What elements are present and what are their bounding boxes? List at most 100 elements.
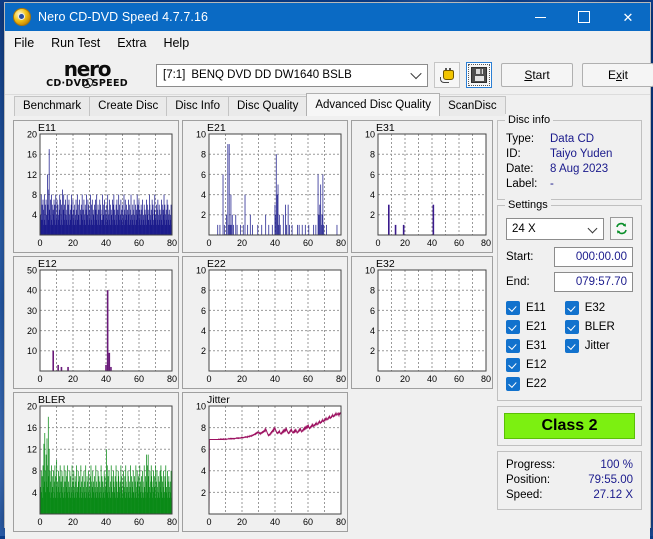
chart-row-3: BLER 4 8 12 16 20 0 20 40 60 80 Jitter 2 4 6 8 10 0 20 4… <box>13 392 491 532</box>
menu-bar: File Run Test Extra Help <box>5 31 650 56</box>
svg-text:10: 10 <box>196 129 206 139</box>
svg-text:40: 40 <box>270 238 280 248</box>
chart-panel-e12: E12 10 20 30 40 50 0 20 40 60 80 <box>13 256 179 389</box>
minimize-icon <box>534 16 546 18</box>
svg-text:8: 8 <box>32 190 37 200</box>
start-position-row: Start: 000:00.00 <box>506 247 633 267</box>
chart-plot-e22: 2 4 6 8 10 0 20 40 60 80 <box>183 257 347 388</box>
disc-info-row-type: Type: Data CD <box>506 132 633 147</box>
start-position-field[interactable]: 000:00.00 <box>554 247 633 267</box>
tab-scandisc[interactable]: ScanDisc <box>439 96 506 116</box>
svg-text:0: 0 <box>206 517 211 527</box>
logo-subtitle: CD·DVD⃠SPEED <box>22 78 152 89</box>
status-label-progress: Progress: <box>506 459 556 471</box>
svg-text:4: 4 <box>370 190 375 200</box>
svg-text:80: 80 <box>336 374 346 384</box>
checkbox-e12[interactable]: E12 <box>506 355 565 374</box>
tab-benchmark[interactable]: Benchmark <box>14 96 91 116</box>
disc-info-row-date: Date: 8 Aug 2023 <box>506 162 633 177</box>
tab-disc-info[interactable]: Disc Info <box>166 96 229 116</box>
svg-text:16: 16 <box>27 150 37 160</box>
tab-create-disc[interactable]: Create Disc <box>89 96 168 116</box>
svg-text:60: 60 <box>454 238 464 248</box>
window-title: Nero CD-DVD Speed 4.7.7.16 <box>38 10 209 24</box>
checkbox-e22[interactable]: E22 <box>506 374 565 393</box>
chart-panel-jitter: Jitter 2 4 6 8 10 0 20 40 60 80 <box>182 392 348 532</box>
status-label-speed: Speed: <box>506 489 543 501</box>
status-row-speed: Speed: 27.12 X <box>506 488 633 503</box>
checkbox-column-left: E11 E21 E31 E12 E22 <box>506 298 565 393</box>
menu-item-help[interactable]: Help <box>163 34 199 53</box>
chart-row-2: E12 10 20 30 40 50 0 20 40 60 80 E22 2 4 6 8 10 0 20 40 6… <box>13 256 493 389</box>
svg-text:0: 0 <box>37 238 42 248</box>
svg-text:10: 10 <box>196 265 206 275</box>
checkbox-label-e32: E32 <box>584 301 606 314</box>
chart-title-e11: E11 <box>38 122 56 134</box>
menu-item-extra[interactable]: Extra <box>117 34 156 53</box>
svg-text:0: 0 <box>375 238 380 248</box>
exit-button[interactable]: Ex it <box>582 63 653 87</box>
save-button[interactable] <box>466 62 492 88</box>
svg-text:60: 60 <box>303 238 313 248</box>
start-button[interactable]: Start <box>501 63 573 87</box>
disc-eject-button[interactable] <box>434 62 460 88</box>
svg-text:0: 0 <box>206 374 211 384</box>
svg-text:10: 10 <box>365 129 375 139</box>
chart-panel-e22: E22 2 4 6 8 10 0 20 40 60 80 <box>182 256 348 389</box>
maximize-button[interactable] <box>562 3 606 31</box>
svg-text:20: 20 <box>27 326 37 336</box>
menu-item-run-test[interactable]: Run Test <box>51 34 110 53</box>
nero-disc-icon <box>13 8 31 26</box>
charts-area: E11 4 8 12 16 20 0 20 40 60 80 E21 2 4 6 8 10 0 20 40 60 8… <box>13 120 493 532</box>
disc-info-row-id: ID: Taiyo Yuden <box>506 147 633 162</box>
svg-text:40: 40 <box>270 374 280 384</box>
checkbox-e32[interactable]: E32 <box>564 298 633 317</box>
menu-item-file[interactable]: File <box>14 34 44 53</box>
checkbox-e11[interactable]: E11 <box>506 298 565 317</box>
svg-text:4: 4 <box>32 488 37 498</box>
drive-name: BENQ DVD DD DW1640 BSLB <box>191 69 352 81</box>
svg-text:20: 20 <box>237 517 247 527</box>
status-value-progress: 100 % <box>600 459 633 471</box>
disc-info-value-label: - <box>550 178 554 190</box>
svg-text:0: 0 <box>375 374 380 384</box>
chart-title-bler: BLER <box>38 394 66 406</box>
settings-speed-row: 24 X <box>506 217 633 240</box>
svg-text:8: 8 <box>370 150 375 160</box>
status-box: Progress: 100 % Position: 79:55.00 Speed… <box>497 451 642 510</box>
speed-select[interactable]: 24 X <box>506 217 604 240</box>
checkbox-e31[interactable]: E31 <box>506 336 565 355</box>
checkbox-checked-icon <box>506 357 520 372</box>
checkbox-jitter[interactable]: Jitter <box>564 336 633 355</box>
svg-text:80: 80 <box>167 374 177 384</box>
svg-text:40: 40 <box>427 374 437 384</box>
svg-text:80: 80 <box>167 517 177 527</box>
tab-advanced-disc-quality[interactable]: Advanced Disc Quality <box>306 93 441 116</box>
drive-select[interactable]: [7:1] BENQ DVD DD DW1640 BSLB <box>156 63 428 87</box>
svg-text:60: 60 <box>134 517 144 527</box>
checkbox-checked-icon <box>564 319 579 334</box>
close-button[interactable]: ✕ <box>606 3 650 31</box>
checkbox-e21[interactable]: E21 <box>506 317 565 336</box>
chart-plot-e32: 2 4 6 8 10 0 20 40 60 80 <box>352 257 492 388</box>
chart-title-e21: E21 <box>207 122 226 134</box>
svg-text:60: 60 <box>134 374 144 384</box>
minimize-button[interactable] <box>518 3 562 31</box>
chart-title-e32: E32 <box>376 258 395 270</box>
svg-text:40: 40 <box>101 374 111 384</box>
tab-disc-quality[interactable]: Disc Quality <box>228 96 308 116</box>
svg-text:60: 60 <box>303 517 313 527</box>
disc-info-key-type: Type: <box>506 133 535 145</box>
disc-info-group: Disc info Type: Data CD ID: Taiyo Yuden … <box>497 114 642 200</box>
checkbox-checked-icon <box>564 300 579 315</box>
refresh-button[interactable] <box>610 217 633 240</box>
checkbox-label-jitter: Jitter <box>584 339 610 352</box>
checkbox-bler[interactable]: BLER <box>564 317 633 336</box>
end-position-field[interactable]: 079:57.70 <box>554 272 633 292</box>
logo-cd-dvd: CD·DVD <box>46 78 90 89</box>
chart-plot-e12: 10 20 30 40 50 0 20 40 60 80 <box>14 257 178 388</box>
svg-text:60: 60 <box>134 238 144 248</box>
svg-text:20: 20 <box>400 374 410 384</box>
refresh-icon <box>616 222 627 235</box>
close-icon: ✕ <box>622 9 634 25</box>
